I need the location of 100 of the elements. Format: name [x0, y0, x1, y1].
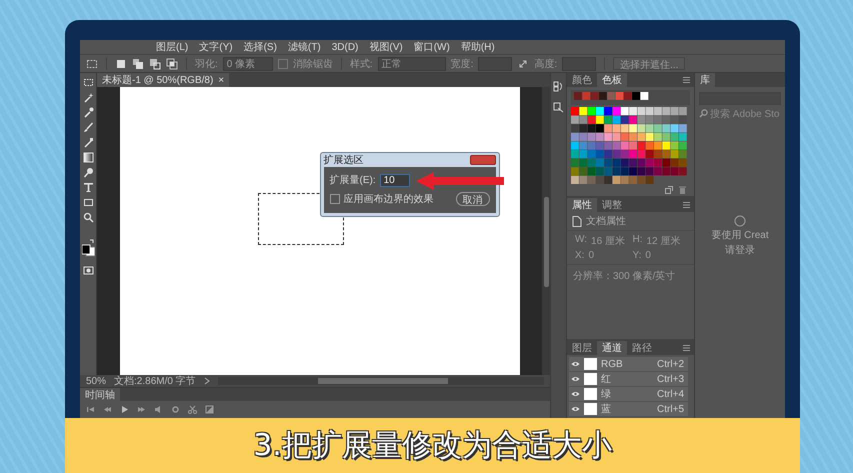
- history-icon[interactable]: [553, 81, 564, 92]
- checkbox-label: 消除锯齿: [292, 58, 333, 70]
- shortcut-text: Ctrl+2: [657, 358, 684, 370]
- swap-icon[interactable]: [517, 58, 530, 70]
- rectangle-tool-icon[interactable]: [82, 197, 94, 208]
- type-tool-icon[interactable]: [82, 182, 94, 193]
- channel-row[interactable]: 绿 Ctrl+4: [569, 387, 688, 401]
- feather-field[interactable]: 0 像素: [222, 56, 273, 70]
- panel-tab[interactable]: 属性: [567, 198, 597, 212]
- chevron-icon[interactable]: [204, 377, 210, 385]
- field-label: 高度:: [534, 58, 558, 70]
- menu-item[interactable]: 图层(L): [156, 40, 188, 54]
- field-value: 0: [588, 250, 594, 262]
- checkbox-label: 应用画布边界的效果: [344, 192, 434, 206]
- visibility-toggle[interactable]: [571, 361, 580, 367]
- trash-icon[interactable]: [679, 186, 686, 194]
- new-swatch-icon[interactable]: [665, 186, 673, 194]
- field-value: 12 厘米: [646, 234, 680, 248]
- field-label: W:: [575, 234, 588, 248]
- visibility-toggle[interactable]: [571, 376, 580, 382]
- panel-tab[interactable]: 图层: [567, 341, 597, 355]
- document-title: 未标题-1 @ 50%(RGB/8): [102, 74, 214, 87]
- channel-name: 绿: [601, 388, 611, 401]
- cancel-button[interactable]: 取消: [456, 192, 490, 206]
- dialog-title: 扩展选区: [324, 154, 364, 167]
- menu-item[interactable]: 选择(S): [244, 40, 277, 54]
- menu-item[interactable]: 滤镜(T): [288, 40, 321, 54]
- panel-heading: 文档属性: [586, 214, 626, 228]
- channel-name: RGB: [601, 358, 623, 370]
- field-label: H:: [632, 234, 642, 248]
- new-selection-icon[interactable]: [115, 58, 127, 70]
- magic-wand-icon[interactable]: [82, 92, 94, 103]
- swatch-grid[interactable]: [571, 107, 688, 184]
- panel-menu-icon[interactable]: [683, 77, 690, 83]
- panel-tab[interactable]: 色板: [597, 73, 627, 87]
- marquee-tool-icon[interactable]: [86, 58, 98, 70]
- shortcut-text: Ctrl+4: [657, 388, 684, 400]
- visibility-toggle[interactable]: [571, 406, 580, 412]
- channel-name: 蓝: [601, 402, 611, 416]
- next-frame-icon[interactable]: [137, 405, 146, 414]
- message-text: 请登录: [725, 244, 755, 257]
- document-tab[interactable]: 未标题-1 @ 50%(RGB/8) ×: [97, 73, 230, 87]
- style-dropdown[interactable]: 正常: [378, 56, 446, 70]
- eyedropper-icon[interactable]: [82, 107, 94, 118]
- properties-icon[interactable]: [553, 102, 564, 113]
- channel-row[interactable]: RGB Ctrl+2: [569, 357, 688, 371]
- transition-icon[interactable]: [205, 405, 214, 414]
- message-text: 要使用 Creat: [711, 229, 769, 242]
- add-selection-icon[interactable]: [132, 58, 144, 70]
- panel-tab[interactable]: 时间轴: [80, 388, 120, 401]
- menu-item[interactable]: 3D(D): [332, 42, 358, 52]
- field-label: 羽化:: [195, 58, 218, 70]
- panel-menu-icon[interactable]: [683, 345, 690, 351]
- panel-tab[interactable]: 库: [695, 73, 715, 87]
- close-button[interactable]: [470, 155, 496, 165]
- menu-item[interactable]: 视图(V): [369, 40, 403, 54]
- menu-item[interactable]: 窗口(W): [414, 40, 450, 54]
- shortcut-text: Ctrl+3: [657, 374, 684, 384]
- document-info: 文档:2.86M/0 字节: [114, 374, 196, 388]
- play-icon[interactable]: [120, 405, 129, 414]
- channel-name: 红: [601, 373, 611, 386]
- caption-text: 3.把扩展量修改为合适大小: [253, 427, 612, 465]
- checkbox[interactable]: [330, 194, 340, 204]
- panel-tab[interactable]: 颜色: [567, 73, 597, 87]
- channel-row[interactable]: 红 Ctrl+3: [569, 372, 688, 386]
- speaker-icon[interactable]: [154, 405, 163, 414]
- menu-item[interactable]: 帮助(H): [460, 40, 495, 54]
- width-field[interactable]: [478, 56, 512, 70]
- field-value: 0: [645, 250, 651, 262]
- first-frame-icon[interactable]: [86, 405, 95, 414]
- gear-icon[interactable]: [171, 405, 180, 414]
- checkbox[interactable]: [278, 58, 288, 68]
- zoom-level: 50%: [86, 376, 106, 386]
- field-label: 宽度:: [450, 58, 474, 70]
- marquee-tool-icon[interactable]: [82, 77, 94, 88]
- field-value: 16 厘米: [591, 234, 625, 248]
- expand-amount-field[interactable]: 10: [380, 174, 410, 186]
- subtract-selection-icon[interactable]: [149, 58, 161, 70]
- brush-icon[interactable]: [82, 122, 94, 133]
- quick-mask-icon[interactable]: [82, 265, 94, 276]
- panel-menu-icon[interactable]: [683, 202, 690, 208]
- visibility-toggle[interactable]: [571, 391, 580, 397]
- field-label: 样式:: [350, 58, 373, 70]
- panel-tab[interactable]: 通道: [597, 341, 627, 355]
- height-field[interactable]: [562, 56, 596, 70]
- panel-tab[interactable]: 路径: [627, 341, 657, 355]
- close-button[interactable]: ×: [218, 74, 224, 86]
- shortcut-text: Ctrl+5: [657, 404, 684, 414]
- menu-item[interactable]: 文字(Y): [199, 40, 233, 54]
- gradient-icon[interactable]: [82, 152, 94, 163]
- scissors-icon[interactable]: [188, 405, 197, 414]
- field-label: Y:: [632, 250, 642, 262]
- document-icon: [572, 216, 582, 227]
- zoom-icon[interactable]: [82, 212, 94, 223]
- channel-row[interactable]: 蓝 Ctrl+5: [569, 402, 688, 416]
- intersect-selection-icon[interactable]: [166, 58, 178, 70]
- search-icon: [699, 109, 708, 118]
- field-label: X:: [575, 250, 584, 262]
- previous-frame-icon[interactable]: [103, 405, 112, 414]
- panel-tab[interactable]: 调整: [597, 198, 627, 212]
